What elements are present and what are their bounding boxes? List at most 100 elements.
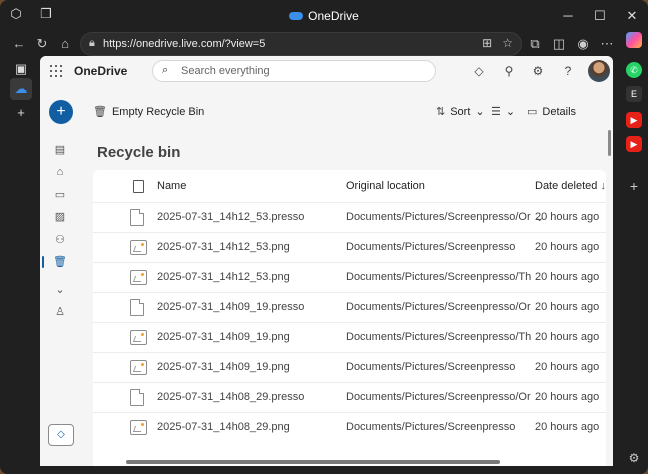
shared-people-icon[interactable]: ⚇ <box>52 232 68 248</box>
file-name[interactable]: 2025-07-31_14h12_53.png <box>157 241 337 253</box>
document-file-icon <box>130 299 144 316</box>
original-location: Documents/Pictures/Screenpresso <box>346 421 516 433</box>
refresh-icon[interactable]: ↻ <box>33 35 51 53</box>
maximize-button[interactable]: ☐ <box>584 0 616 32</box>
details-pane-icon: ▭ <box>527 106 538 118</box>
photos-icon[interactable]: ▨ <box>52 209 68 225</box>
shortcuts-icon[interactable]: ⚲ <box>501 63 517 79</box>
address-bar[interactable]: 🔒︎ https://onedrive.live.com/?view=5 ⊞ ☆ <box>80 32 522 56</box>
file-name[interactable]: 2025-07-31_14h12_53.presso <box>157 211 337 223</box>
title-bar: ⬡ ❐ OneDrive ─ ☐ ✕ <box>0 0 648 32</box>
search-placeholder: Search everything <box>181 65 270 77</box>
recycle-bin-icon[interactable]: 🗑︎ <box>52 254 68 270</box>
sort-down-arrow-icon: ↓ <box>600 180 606 192</box>
tab-panel-icon[interactable]: ▣ <box>10 58 32 80</box>
column-header-name[interactable]: Name <box>157 170 186 202</box>
image-file-icon <box>130 270 147 285</box>
table-row[interactable]: 2025-07-31_14h08_29.presso Documents/Pict… <box>93 382 606 412</box>
vertical-scrollbar[interactable] <box>608 130 611 156</box>
selected-indicator <box>42 256 44 268</box>
folder-icon[interactable]: ▭ <box>52 187 68 203</box>
help-icon[interactable]: ? <box>560 63 576 79</box>
file-name[interactable]: 2025-07-31_14h09_19.presso <box>157 301 337 313</box>
page-title: Recycle bin <box>97 144 181 161</box>
table-row[interactable]: 2025-07-31_14h12_53.png Documents/Picture… <box>93 232 606 262</box>
sort-label: Sort <box>450 106 471 118</box>
original-location: Documents/Pictures/Screenpresso/Original… <box>346 391 531 403</box>
table-row[interactable]: 2025-07-31_14h08_29.png Documents/Picture… <box>93 412 606 442</box>
youtube-icon[interactable]: ▶ <box>626 112 642 128</box>
file-list: Name Original location Date deleted ↓ ⌄ … <box>93 170 606 466</box>
empty-recycle-bin-label: Empty Recycle Bin <box>111 106 205 118</box>
file-name[interactable]: 2025-07-31_14h08_29.presso <box>157 391 337 403</box>
create-new-button[interactable]: + <box>49 100 73 124</box>
settings-gear-icon[interactable]: ⚙ <box>530 63 546 79</box>
date-deleted: 20 hours ago <box>535 421 600 433</box>
date-deleted: 20 hours ago <box>535 241 600 253</box>
file-name[interactable]: 2025-07-31_14h08_29.png <box>157 421 337 433</box>
left-navigation-rail: + ▤ ⌂ ▭ ▨ ⚇ 🗑︎ ⌄ ♙ ◇ <box>40 86 84 466</box>
vertical-tabs-panel: ▣ ☁ + <box>0 56 40 474</box>
table-row[interactable]: 2025-07-31_14h12_53.presso Documents/Pict… <box>93 202 606 232</box>
date-deleted-label: Date deleted <box>535 180 598 192</box>
view-options-button[interactable]: ☰ ⌄ <box>491 105 515 118</box>
whatsapp-icon[interactable]: ✆ <box>626 62 642 78</box>
navigation-bar: ← ↻ ⌂ 🔒︎ https://onedrive.live.com/?view… <box>0 32 648 56</box>
avatar[interactable] <box>588 60 610 82</box>
column-header-original-location[interactable]: Original location <box>346 170 425 202</box>
premium-diamond-icon[interactable]: ◇ <box>471 63 487 79</box>
image-file-icon <box>130 330 147 345</box>
date-deleted: 20 hours ago <box>535 331 600 343</box>
document-file-icon <box>130 209 144 226</box>
search-input[interactable]: ⌕ Search everything <box>152 60 436 82</box>
date-deleted: 20 hours ago <box>535 391 600 403</box>
date-deleted: 20 hours ago <box>535 271 600 283</box>
original-location: Documents/Pictures/Screenpresso/Thumbn..… <box>346 331 531 343</box>
copilot-icon[interactable] <box>626 32 642 48</box>
brand-name[interactable]: OneDrive <box>74 64 127 78</box>
extensions-icon[interactable]: ⧉ <box>526 35 544 53</box>
chevron-down-icon[interactable]: ⌄ <box>52 282 68 298</box>
table-row[interactable]: 2025-07-31_14h09_19.png Documents/Picture… <box>93 352 606 382</box>
table-row[interactable]: 2025-07-31_14h09_19.presso Documents/Pict… <box>93 292 606 322</box>
home-icon[interactable]: ▤ <box>52 142 68 158</box>
column-header-date-deleted[interactable]: Date deleted ↓ ⌄ <box>535 170 606 224</box>
details-button[interactable]: ▭ Details <box>527 105 576 118</box>
table-row[interactable]: 2025-07-31_14h12_53.png Documents/Picture… <box>93 262 606 292</box>
app-available-icon[interactable]: ⊞ <box>482 36 492 50</box>
profile-icon[interactable]: ◉ <box>574 35 592 53</box>
minimize-button[interactable]: ─ <box>552 0 584 32</box>
sort-button[interactable]: ⇅ Sort ⌄ <box>436 105 485 118</box>
file-name[interactable]: 2025-07-31_14h09_19.png <box>157 331 337 343</box>
my-files-home-icon[interactable]: ⌂ <box>52 164 68 180</box>
original-location: Documents/Pictures/Screenpresso/Thumbn..… <box>346 271 531 283</box>
more-menu-icon[interactable]: ⋯ <box>598 35 616 53</box>
chevron-down-icon: ⌄ <box>505 106 516 118</box>
split-screen-icon[interactable]: ◫ <box>550 35 568 53</box>
back-icon[interactable]: ← <box>10 35 28 53</box>
account-person-icon[interactable]: ♙ <box>52 304 68 320</box>
add-sidebar-app-icon[interactable]: + <box>626 178 642 194</box>
horizontal-scrollbar[interactable] <box>126 460 500 464</box>
image-file-icon <box>130 420 147 435</box>
onedrive-cloud-icon <box>289 11 304 20</box>
active-tab[interactable]: OneDrive <box>0 9 648 23</box>
outlook-icon[interactable]: E <box>626 86 642 102</box>
file-name[interactable]: 2025-07-31_14h09_19.png <box>157 361 337 373</box>
premium-button[interactable]: ◇ <box>48 424 74 446</box>
file-name[interactable]: 2025-07-31_14h12_53.png <box>157 271 337 283</box>
empty-recycle-bin-button[interactable]: 🗑︎ Empty Recycle Bin <box>93 105 204 118</box>
home-icon[interactable]: ⌂ <box>56 35 74 53</box>
new-tab-icon[interactable]: + <box>10 102 32 124</box>
youtube-music-icon[interactable]: ▶ <box>626 136 642 152</box>
document-file-icon <box>130 389 144 406</box>
app-launcher-icon[interactable] <box>50 65 62 77</box>
sidebar-settings-icon[interactable]: ⚙ <box>626 450 642 466</box>
favorite-star-icon[interactable]: ☆ <box>502 36 513 50</box>
trash-icon: 🗑︎ <box>93 106 107 118</box>
onedrive-tab-icon[interactable]: ☁ <box>10 78 32 100</box>
file-type-column-icon[interactable] <box>133 170 144 202</box>
original-location: Documents/Pictures/Screenpresso/Original… <box>346 301 531 313</box>
close-button[interactable]: ✕ <box>616 0 648 32</box>
table-row[interactable]: 2025-07-31_14h09_19.png Documents/Picture… <box>93 322 606 352</box>
